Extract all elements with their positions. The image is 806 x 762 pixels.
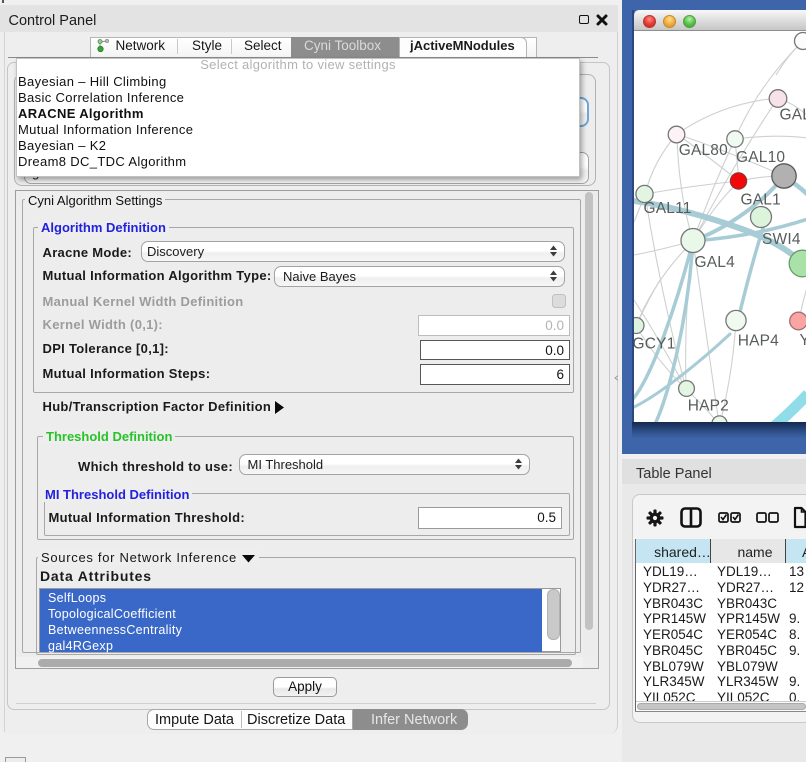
svg-text:GCY1: GCY1: [634, 336, 676, 353]
svg-text:HAP4: HAP4: [738, 333, 779, 350]
svg-text:GAL4: GAL4: [695, 254, 736, 271]
svg-text:GAL11: GAL11: [644, 200, 692, 217]
svg-text:GAL10: GAL10: [736, 149, 785, 166]
svg-text:GAL80: GAL80: [679, 142, 728, 159]
svg-text:SWI4: SWI4: [762, 231, 801, 248]
svg-text:GAL1: GAL1: [741, 192, 781, 209]
svg-text:Y: Y: [800, 332, 806, 349]
svg-text:GAL7: GAL7: [780, 107, 806, 124]
svg-text:HAP2: HAP2: [688, 398, 729, 415]
